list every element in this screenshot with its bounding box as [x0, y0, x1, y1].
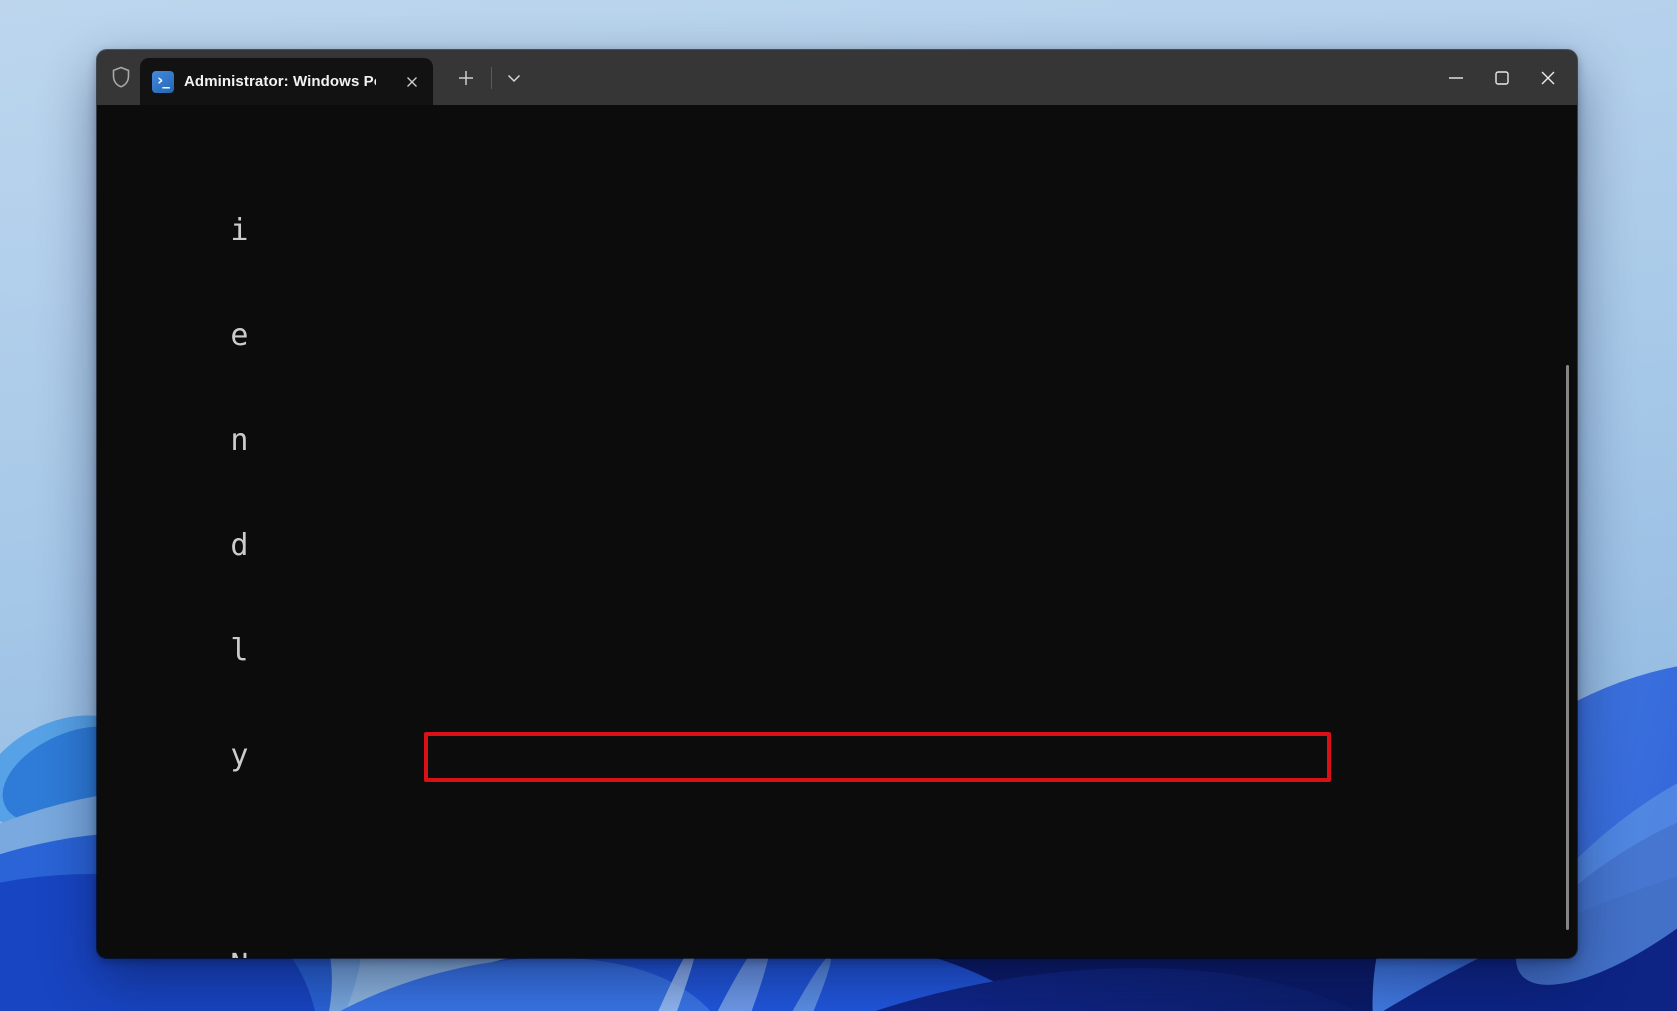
window-controls [1433, 50, 1571, 105]
title-bar: ›_ Administrator: Windows Powe [97, 50, 1577, 105]
tab-dropdown-button[interactable] [497, 63, 531, 93]
terminal-window: ›_ Administrator: Windows Powe [97, 50, 1577, 958]
maximize-button[interactable] [1479, 50, 1525, 105]
header-char-line: i [104, 213, 1577, 248]
minimize-button[interactable] [1433, 50, 1479, 105]
close-button[interactable] [1525, 50, 1571, 105]
new-tab-button[interactable] [449, 63, 483, 93]
tab-close-icon[interactable] [401, 71, 423, 93]
tab-title: Administrator: Windows Powe [184, 73, 376, 90]
powershell-icon: ›_ [152, 71, 174, 93]
header-char-line: n [104, 423, 1577, 458]
admin-shield-icon [108, 64, 134, 90]
tabbar-separator [491, 67, 492, 89]
header-char-line: y [104, 738, 1577, 773]
tab-administrator-powershell[interactable]: ›_ Administrator: Windows Powe [140, 58, 433, 105]
desktop: ›_ Administrator: Windows Powe [0, 0, 1677, 1011]
scrollbar-thumb[interactable] [1566, 365, 1569, 930]
header-char-line: l [104, 633, 1577, 668]
header-char-line: e [104, 318, 1577, 353]
header-char-line: d [104, 528, 1577, 563]
terminal-screen[interactable]: i e n d l y N a m e ------- ------------… [97, 105, 1577, 958]
header-char-line: N [104, 948, 1577, 958]
header-char-line [104, 843, 1577, 878]
